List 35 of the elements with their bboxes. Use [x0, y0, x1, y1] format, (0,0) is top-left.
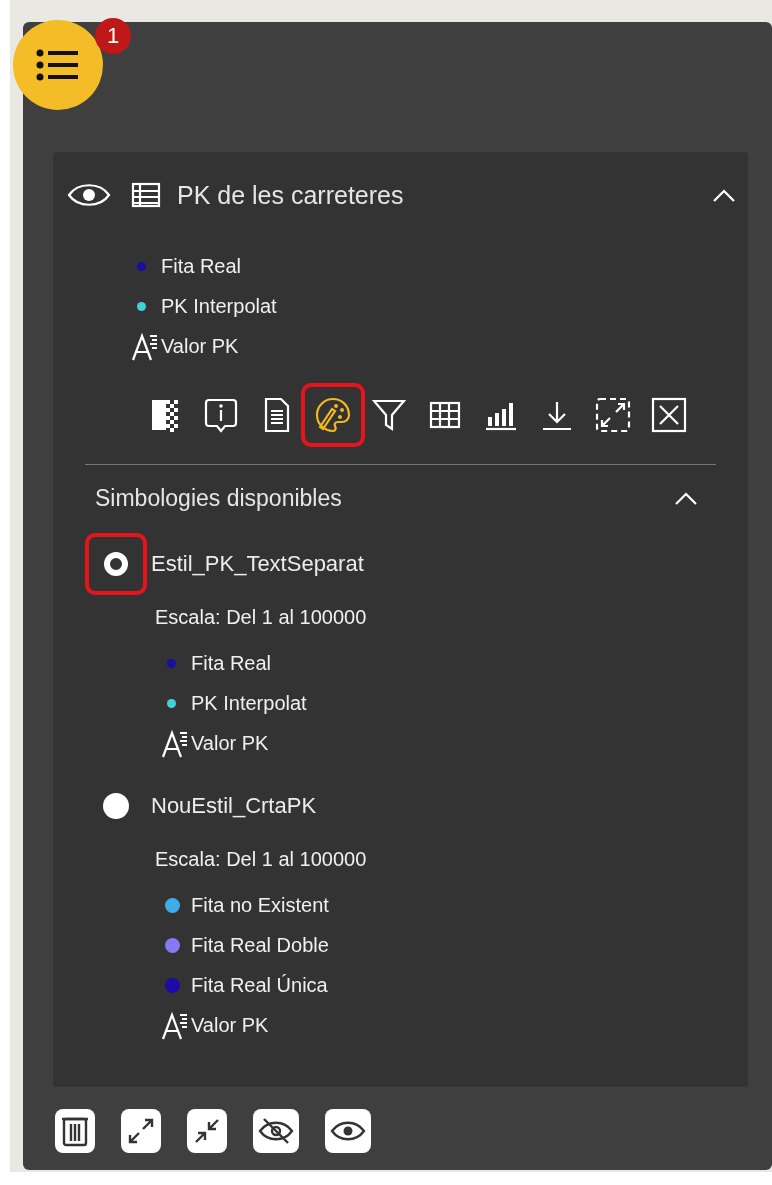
legend-label: Fita no Existent	[191, 893, 329, 917]
scale-range: Escala: Del 1 al 100000	[155, 848, 368, 871]
chevron-up-icon[interactable]	[674, 490, 698, 506]
eye-slash-icon	[258, 1116, 294, 1146]
text-label-icon	[131, 331, 159, 361]
show-button[interactable]	[325, 1109, 371, 1153]
legend-label: Valor PK	[191, 1013, 269, 1037]
legend-label: Fita Real Única	[191, 973, 328, 997]
text-label-icon	[161, 1010, 189, 1040]
highlighted-tool-button[interactable]	[301, 383, 365, 447]
section-title: Simbologies disponibles	[95, 484, 343, 512]
layer-title: PK de les carreteres	[177, 180, 405, 210]
trash-icon	[60, 1115, 90, 1147]
legend-label: Valor PK	[161, 334, 239, 358]
radio-button[interactable]	[103, 793, 129, 819]
table-icon	[131, 182, 161, 208]
legend-label: Fita Real	[191, 651, 272, 675]
style-name: Estil_PK_TextSeparat	[151, 551, 364, 577]
chevron-up-icon[interactable]	[712, 187, 736, 203]
scale-range: Escala: Del 1 al 100000	[155, 606, 368, 629]
legend-label: Fita Real Doble	[191, 933, 329, 957]
notification-badge: 1	[95, 18, 131, 54]
expand-icon	[126, 1116, 156, 1146]
hide-button[interactable]	[253, 1109, 299, 1153]
legend-label: PK Interpolat	[191, 691, 307, 715]
delete-button[interactable]	[55, 1109, 95, 1153]
legend-label: Fita Real	[161, 254, 242, 278]
radio-button[interactable]	[104, 552, 128, 576]
style-name: NouEstil_CrtaPK	[151, 793, 317, 819]
list-icon	[36, 48, 80, 82]
text-label-icon	[161, 728, 189, 758]
legend-label: Valor PK	[191, 731, 269, 755]
collapse-button[interactable]	[187, 1109, 227, 1153]
expand-button[interactable]	[121, 1109, 161, 1153]
legend-label: PK Interpolat	[161, 294, 277, 318]
